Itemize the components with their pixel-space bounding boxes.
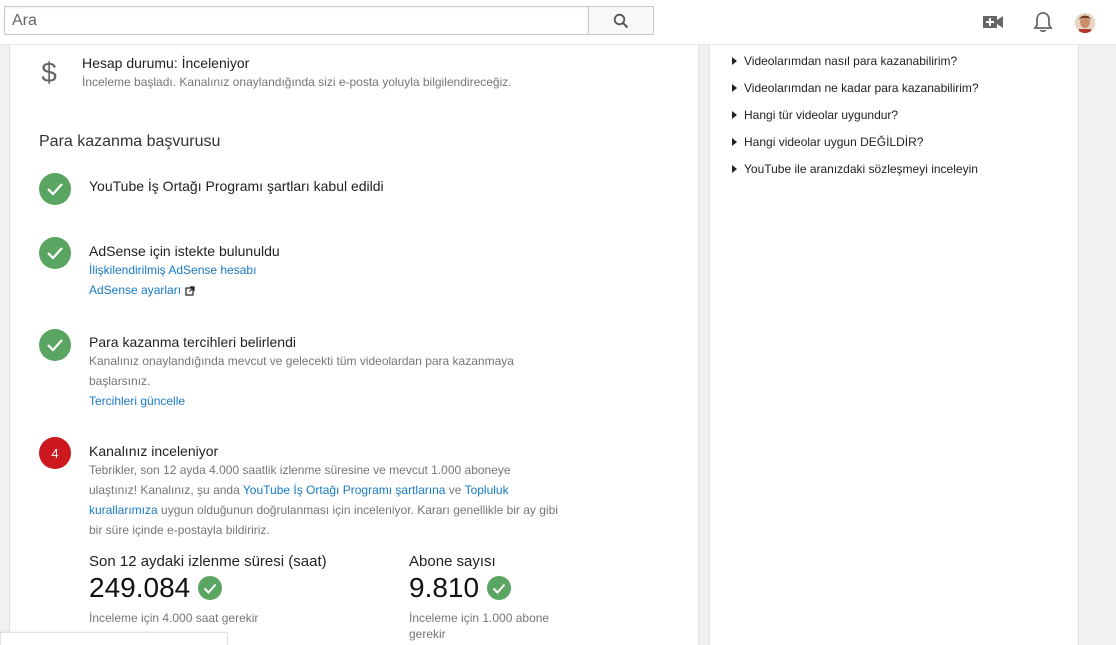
search-input[interactable] (4, 6, 588, 35)
step-description: Kanalınız onaylandığında mevcut ve gelec… (89, 354, 514, 388)
step-text-2: ve (445, 483, 465, 497)
update-preferences-link[interactable]: Tercihleri güncelle (89, 391, 185, 411)
floating-card (0, 632, 228, 645)
step-description: Tebrikler, son 12 ayda 4.000 saatlik izl… (89, 460, 559, 540)
account-status-title: Hesap durumu: İnceleniyor (82, 55, 250, 71)
masthead (0, 0, 1116, 45)
expand-arrow-icon (732, 83, 737, 92)
faq-item[interactable]: Videolarımdan nasıl para kazanabilirim? (732, 47, 979, 74)
faq-label: Videolarımdan nasıl para kazanabilirim? (744, 53, 958, 68)
watch-time-note: İnceleme için 4.000 saat gerekir (89, 611, 259, 625)
check-icon (39, 329, 71, 361)
video-camera-add-icon (983, 16, 1003, 28)
expand-arrow-icon (732, 164, 737, 173)
watch-time-label: Son 12 aydaki izlenme süresi (saat) (89, 553, 327, 570)
external-link-icon (185, 286, 195, 296)
dollar-icon: $ (41, 57, 57, 88)
faq-item[interactable]: YouTube ile aranızdaki sözleşmeyi incele… (732, 155, 979, 182)
expand-arrow-icon (732, 110, 737, 119)
check-icon (39, 173, 71, 205)
faq-list: Videolarımdan nasıl para kazanabilirim? … (732, 47, 979, 182)
account-status-description: İnceleme başladı. Kanalınız onaylandığın… (82, 75, 512, 89)
step-title: YouTube İş Ortağı Programı şartları kabu… (89, 178, 384, 194)
subscriber-stat: Abone sayısı 9.810 İnceleme için 1.000 a… (409, 553, 569, 642)
faq-label: YouTube ile aranızdaki sözleşmeyi incele… (744, 161, 978, 176)
faq-label: Hangi tür videolar uygundur? (744, 107, 899, 122)
avatar[interactable] (1075, 13, 1095, 33)
expand-arrow-icon (732, 56, 737, 65)
bell-icon (1033, 12, 1053, 33)
expand-arrow-icon (732, 137, 737, 146)
svg-text:$: $ (41, 57, 57, 88)
faq-item[interactable]: Hangi videolar uygun DEĞİLDİR? (732, 128, 979, 155)
step-number-badge: 4 (39, 437, 71, 469)
check-icon (198, 576, 223, 600)
step-title: Para kazanma tercihleri belirlendi (89, 334, 296, 350)
step-title: Kanalınız inceleniyor (89, 443, 219, 459)
faq-item[interactable]: Videolarımdan ne kadar para kazanabiliri… (732, 74, 979, 101)
subscriber-note: İnceleme için 1.000 abone gerekir (409, 611, 550, 641)
search-icon (613, 13, 629, 28)
faq-label: Hangi videolar uygun DEĞİLDİR? (744, 134, 924, 149)
partner-program-terms-link[interactable]: YouTube İş Ortağı Programı şartlarına (243, 483, 446, 497)
faq-sidebar: Videolarımdan nasıl para kazanabilirim? … (709, 45, 1079, 645)
subscriber-label: Abone sayısı (409, 553, 496, 570)
linked-adsense-account-link[interactable]: İlişkilendirilmiş AdSense hesabı (89, 260, 256, 280)
adsense-settings-link[interactable]: AdSense ayarları (89, 280, 195, 300)
section-title: Para kazanma başvurusu (39, 133, 221, 150)
check-icon (39, 237, 71, 269)
step-text-3: uygun olduğunun doğrulanması için incele… (89, 503, 558, 537)
faq-item[interactable]: Hangi tür videolar uygundur? (732, 101, 979, 128)
faq-label: Videolarımdan ne kadar para kazanabiliri… (744, 80, 979, 95)
upload-video-button[interactable] (980, 9, 1006, 35)
search-button[interactable] (588, 6, 654, 35)
adsense-settings-label: AdSense ayarları (89, 283, 182, 297)
monetization-panel: $ Hesap durumu: İnceleniyor İnceleme baş… (9, 45, 699, 645)
subscriber-value: 9.810 (409, 572, 480, 603)
step-title: AdSense için istekte bulunuldu (89, 243, 280, 259)
watch-time-stat: Son 12 aydaki izlenme süresi (saat) 249.… (89, 553, 327, 626)
notifications-button[interactable] (1030, 9, 1056, 35)
watch-time-value: 249.084 (89, 572, 191, 603)
check-icon (487, 576, 512, 600)
search-bar (4, 6, 654, 35)
